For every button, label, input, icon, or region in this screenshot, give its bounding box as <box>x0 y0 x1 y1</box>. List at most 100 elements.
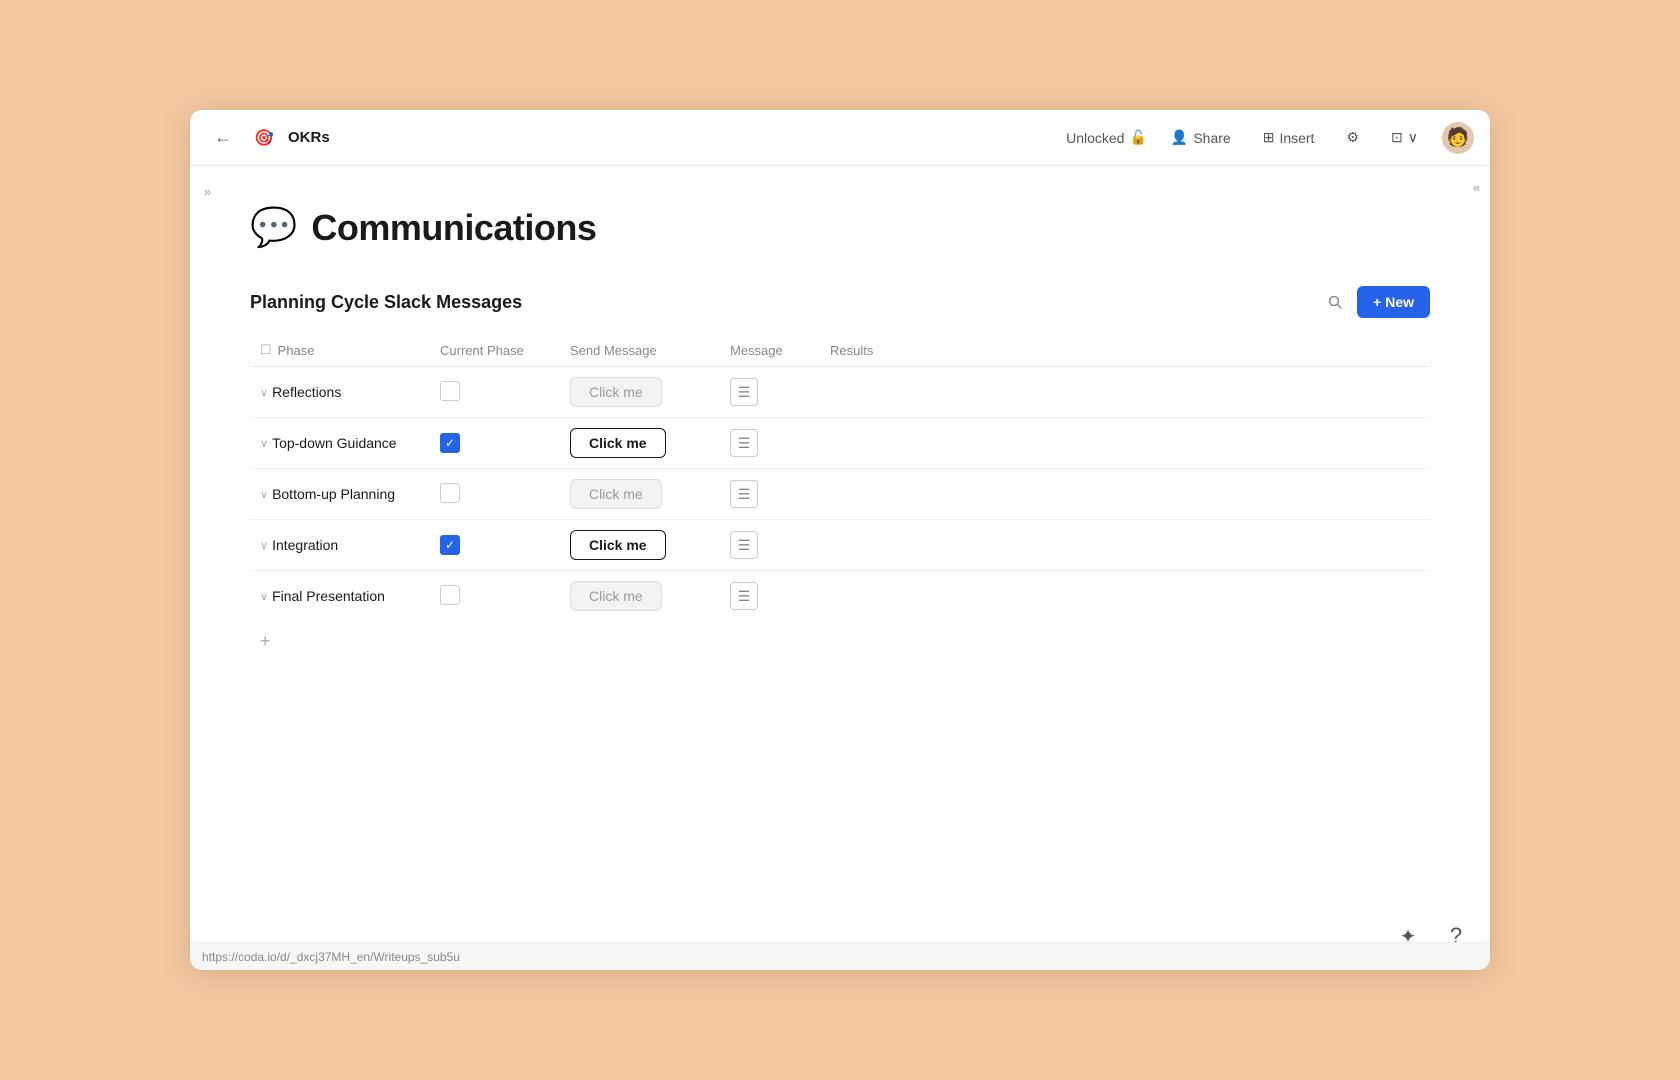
doc-title: OKRs <box>288 129 330 146</box>
current-phase-checkbox-0[interactable] <box>440 381 460 401</box>
phase-cell-2: ∨ Bottom-up Planning <box>250 469 430 520</box>
unlocked-label: Unlocked <box>1066 130 1124 146</box>
current-phase-checkbox-2[interactable] <box>440 483 460 503</box>
message-cell-2: ☰ <box>720 469 820 520</box>
results-cell-0 <box>820 367 1430 418</box>
col-header-current-phase: Current Phase <box>430 334 560 367</box>
search-icon <box>1327 294 1343 310</box>
expand-icon: ⊡ <box>1391 129 1403 146</box>
click-me-button-1[interactable]: Click me <box>570 428 666 458</box>
phase-checkbox-header: ☐ <box>260 342 272 358</box>
table-header-row: Planning Cycle Slack Messages + New <box>250 286 1430 318</box>
search-button[interactable] <box>1321 288 1349 316</box>
current-phase-checkbox-1[interactable] <box>440 433 460 453</box>
status-url: https://coda.io/d/_dxcj37MH_en/Writeups_… <box>202 950 460 964</box>
phase-label-3: Integration <box>272 537 338 553</box>
page-title: Communications <box>311 207 596 249</box>
settings-button[interactable]: ⚙ <box>1338 125 1367 150</box>
expand-button[interactable]: ⊡ ∨ <box>1383 125 1426 150</box>
message-icon-4[interactable]: ☰ <box>730 582 758 610</box>
current-phase-cell-1 <box>430 418 560 469</box>
message-cell-0: ☰ <box>720 367 820 418</box>
table-row: ∨ Top-down Guidance Click me ☰ <box>250 418 1430 469</box>
phase-chevron-1[interactable]: ∨ <box>260 437 268 450</box>
page-emoji: 💬 <box>250 206 297 250</box>
phase-chevron-3[interactable]: ∨ <box>260 539 268 552</box>
table-row: ∨ Bottom-up Planning Click me ☰ <box>250 469 1430 520</box>
phase-label-4: Final Presentation <box>272 588 385 604</box>
phase-chevron-4[interactable]: ∨ <box>260 590 268 603</box>
lock-icon: 🔓 <box>1129 129 1146 146</box>
table-actions: + New <box>1321 286 1430 318</box>
phase-label-1: Top-down Guidance <box>272 435 397 451</box>
new-button[interactable]: + New <box>1357 286 1430 318</box>
phase-cell-0: ∨ Reflections <box>250 367 430 418</box>
send-cell-3: Click me <box>560 520 720 571</box>
send-cell-1: Click me <box>560 418 720 469</box>
message-cell-4: ☰ <box>720 571 820 622</box>
phase-chevron-0[interactable]: ∨ <box>260 386 268 399</box>
current-phase-cell-2 <box>430 469 560 520</box>
settings-icon: ⚙ <box>1346 129 1359 146</box>
col-header-send-message: Send Message <box>560 334 720 367</box>
phase-label-2: Bottom-up Planning <box>272 486 395 502</box>
table-header: ☐ Phase Current Phase Send Message Messa… <box>250 334 1430 367</box>
col-header-phase: ☐ Phase <box>250 334 430 367</box>
message-cell-1: ☰ <box>720 418 820 469</box>
message-icon-0[interactable]: ☰ <box>730 378 758 406</box>
header: ← 🎯 OKRs Unlocked 🔓 👤 Share ⊞ Insert ⚙ <box>190 110 1490 166</box>
insert-icon: ⊞ <box>1263 129 1275 146</box>
table-body: ∨ Reflections Click me ☰ ∨ Top-down Guida… <box>250 367 1430 622</box>
click-me-button-0[interactable]: Click me <box>570 377 662 407</box>
send-cell-4: Click me <box>560 571 720 622</box>
results-cell-1 <box>820 418 1430 469</box>
header-left: ← 🎯 OKRs <box>206 123 1066 152</box>
table-section: Planning Cycle Slack Messages + New <box>250 286 1430 658</box>
phase-label-0: Reflections <box>272 384 341 400</box>
app-window: ← 🎯 OKRs Unlocked 🔓 👤 Share ⊞ Insert ⚙ <box>190 110 1490 970</box>
table-row: ∨ Integration Click me ☰ <box>250 520 1430 571</box>
table-section-title: Planning Cycle Slack Messages <box>250 292 522 313</box>
current-phase-checkbox-3[interactable] <box>440 535 460 555</box>
col-header-message: Message <box>720 334 820 367</box>
current-phase-cell-0 <box>430 367 560 418</box>
share-label: Share <box>1193 130 1230 146</box>
data-table: ☐ Phase Current Phase Send Message Messa… <box>250 334 1430 621</box>
results-cell-3 <box>820 520 1430 571</box>
results-cell-4 <box>820 571 1430 622</box>
unlocked-badge[interactable]: Unlocked 🔓 <box>1066 129 1147 146</box>
chevron-down-icon: ∨ <box>1408 129 1418 146</box>
phase-cell-1: ∨ Top-down Guidance <box>250 418 430 469</box>
status-bar: https://coda.io/d/_dxcj37MH_en/Writeups_… <box>190 942 1490 970</box>
message-icon-1[interactable]: ☰ <box>730 429 758 457</box>
add-row-button[interactable]: + <box>250 625 281 658</box>
current-phase-cell-3 <box>430 520 560 571</box>
share-icon: 👤 <box>1171 129 1188 146</box>
phase-cell-4: ∨ Final Presentation <box>250 571 430 622</box>
insert-button[interactable]: ⊞ Insert <box>1255 125 1323 150</box>
phase-cell-3: ∨ Integration <box>250 520 430 571</box>
message-icon-3[interactable]: ☰ <box>730 531 758 559</box>
page-header: 💬 Communications <box>250 206 1430 250</box>
current-phase-checkbox-4[interactable] <box>440 585 460 605</box>
send-cell-2: Click me <box>560 469 720 520</box>
table-row: ∨ Reflections Click me ☰ <box>250 367 1430 418</box>
click-me-button-4[interactable]: Click me <box>570 581 662 611</box>
main-content: 💬 Communications Planning Cycle Slack Me… <box>190 166 1490 970</box>
phase-chevron-2[interactable]: ∨ <box>260 488 268 501</box>
add-icon: + <box>260 631 271 652</box>
share-button[interactable]: 👤 Share <box>1163 125 1239 150</box>
message-icon-2[interactable]: ☰ <box>730 480 758 508</box>
insert-label: Insert <box>1279 130 1314 146</box>
message-cell-3: ☰ <box>720 520 820 571</box>
click-me-button-3[interactable]: Click me <box>570 530 666 560</box>
table-row: ∨ Final Presentation Click me ☰ <box>250 571 1430 622</box>
col-header-results: Results <box>820 334 1430 367</box>
back-button[interactable]: ← <box>206 123 240 152</box>
results-cell-2 <box>820 469 1430 520</box>
avatar[interactable]: 🧑 <box>1442 122 1474 154</box>
header-right: Unlocked 🔓 👤 Share ⊞ Insert ⚙ ⊡ ∨ 🧑 <box>1066 122 1474 154</box>
current-phase-cell-4 <box>430 571 560 622</box>
send-cell-0: Click me <box>560 367 720 418</box>
click-me-button-2[interactable]: Click me <box>570 479 662 509</box>
